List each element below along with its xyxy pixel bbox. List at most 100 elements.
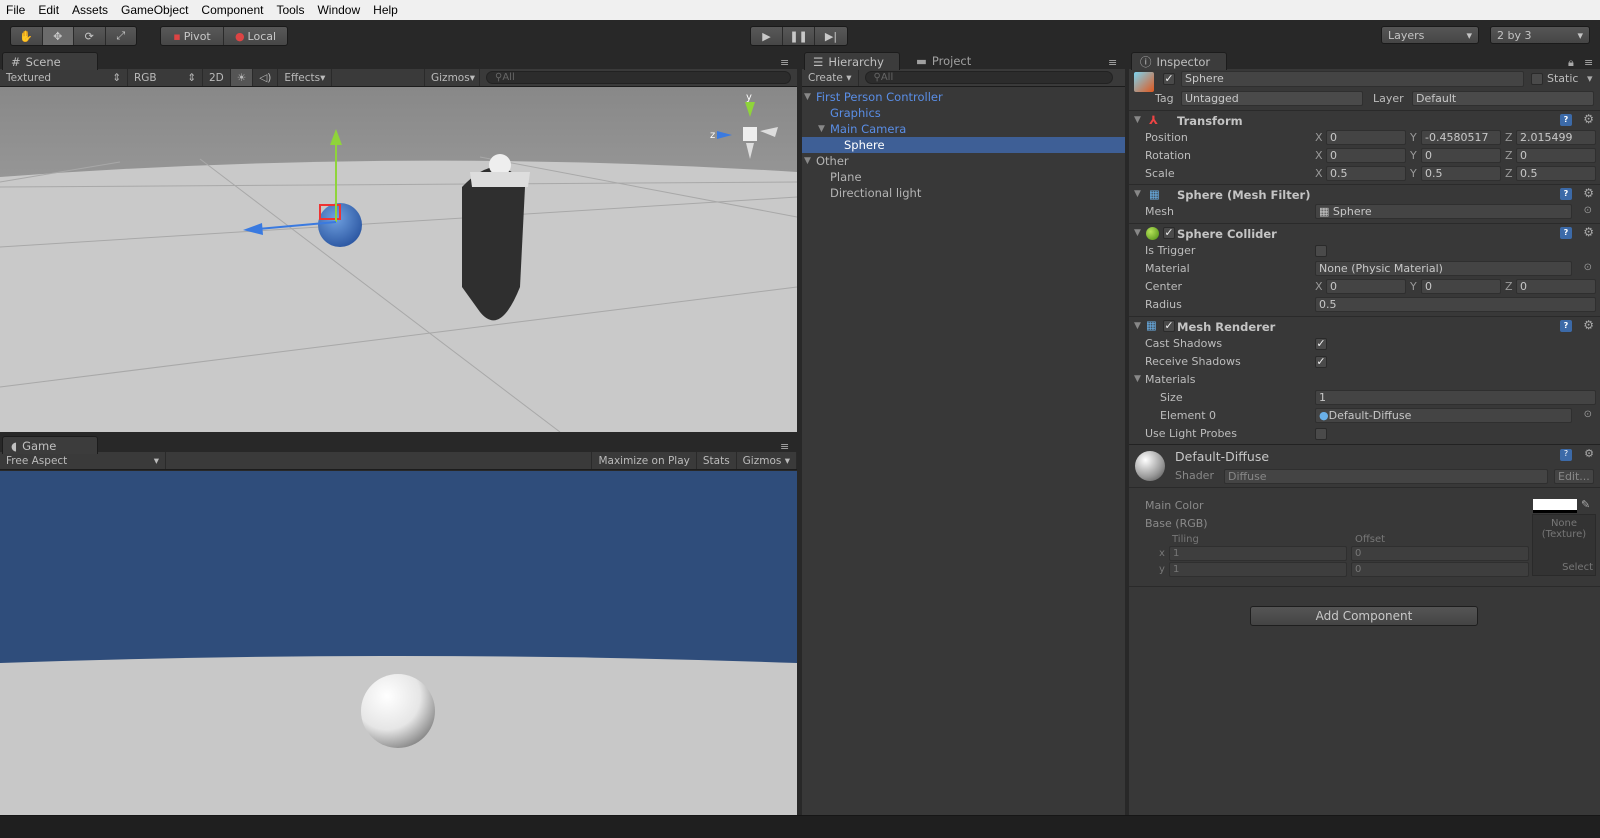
radius-input[interactable]: 0.5 <box>1315 297 1596 312</box>
audio-toggle[interactable]: ◁) <box>253 69 279 86</box>
gear-icon[interactable]: ⚙ <box>1583 186 1594 200</box>
cast-shadows-checkbox[interactable]: ✓ <box>1315 338 1327 350</box>
object-picker-icon[interactable]: ⊙ <box>1584 262 1592 273</box>
help-icon[interactable]: ? <box>1560 114 1572 126</box>
mesh-renderer-header[interactable]: ▼ ▦ ✓ Mesh Renderer? ⚙ <box>1129 316 1600 336</box>
offset-x-input[interactable]: 0 <box>1351 546 1529 561</box>
panel-menu-icon[interactable]: ≡ <box>780 56 789 69</box>
physic-material-field[interactable]: None (Physic Material) <box>1315 261 1572 276</box>
stats-toggle[interactable]: Stats <box>697 452 737 469</box>
draw-mode-dropdown[interactable]: Textured ⇕ <box>0 69 128 86</box>
center-x-input[interactable]: 0 <box>1326 279 1406 294</box>
is-trigger-checkbox[interactable] <box>1315 245 1327 257</box>
scene-viewport[interactable]: y z <box>0 87 797 432</box>
tab-project[interactable]: ▬ Project <box>908 52 979 70</box>
game-viewport[interactable] <box>0 471 797 815</box>
menu-component[interactable]: Component <box>201 3 263 17</box>
light-probes-checkbox[interactable] <box>1315 428 1327 440</box>
tree-item[interactable]: Plane <box>802 169 1125 185</box>
rotation-z-input[interactable]: 0 <box>1516 148 1596 163</box>
aspect-dropdown[interactable]: Free Aspect ▾ <box>0 452 166 469</box>
transform-header[interactable]: ▼ ⅄ Transform? ⚙ <box>1129 110 1600 130</box>
object-picker-icon[interactable]: ⊙ <box>1584 205 1592 216</box>
lighting-toggle[interactable]: ☀ <box>230 69 254 86</box>
gear-icon[interactable]: ⚙ <box>1584 447 1594 460</box>
create-dropdown[interactable]: Create ▾ <box>802 69 859 86</box>
pause-button[interactable]: ❚❚ <box>783 27 816 45</box>
help-icon[interactable]: ? <box>1560 188 1572 200</box>
tab-hierarchy[interactable]: ☰ Hierarchy <box>804 52 900 70</box>
panel-menu-icon[interactable]: ≡ <box>1108 56 1117 69</box>
collapse-arrow-icon[interactable]: ▼ <box>1134 115 1141 125</box>
2d-toggle[interactable]: 2D <box>203 69 231 86</box>
tab-game[interactable]: ◖ Game <box>2 436 98 454</box>
local-button[interactable]: ● Local <box>224 27 287 45</box>
step-button[interactable]: ▶| <box>815 27 847 45</box>
position-z-input[interactable]: 2.015499 <box>1516 130 1596 145</box>
shader-dropdown[interactable]: Diffuse <box>1224 469 1548 484</box>
collapse-arrow-icon[interactable]: ▼ <box>1134 374 1141 384</box>
move-tool-button[interactable]: ✥ <box>42 27 74 45</box>
position-y-input[interactable]: -0.4580517 <box>1421 130 1501 145</box>
lock-icon[interactable]: 🔒︎ <box>1568 56 1574 70</box>
layers-dropdown[interactable]: Layers ▾ <box>1381 26 1479 44</box>
eyedropper-icon[interactable]: ✎ <box>1581 498 1590 511</box>
position-x-input[interactable]: 0 <box>1326 130 1406 145</box>
static-dropdown-icon[interactable]: ▾ <box>1587 72 1593 85</box>
scale-y-input[interactable]: 0.5 <box>1421 166 1501 181</box>
center-y-input[interactable]: 0 <box>1421 279 1501 294</box>
play-button[interactable]: ▶ <box>751 27 784 45</box>
tree-item[interactable]: ▼ Main Camera <box>802 121 1125 137</box>
hierarchy-search-input[interactable]: ⚲All <box>864 71 1113 84</box>
menu-assets[interactable]: Assets <box>72 3 108 17</box>
hand-tool-button[interactable]: ✋ <box>11 27 43 45</box>
gear-icon[interactable]: ⚙ <box>1583 225 1594 239</box>
game-gizmos-dropdown[interactable]: Gizmos ▾ <box>737 452 797 469</box>
scale-z-input[interactable]: 0.5 <box>1516 166 1596 181</box>
panel-menu-icon[interactable]: ≡ <box>780 440 789 453</box>
tab-inspector[interactable]: ⓘ Inspector <box>1131 52 1227 70</box>
texture-slot[interactable]: None (Texture) Select <box>1532 514 1596 576</box>
help-icon[interactable]: ? <box>1560 320 1572 332</box>
edit-shader-button[interactable]: Edit... <box>1554 469 1594 484</box>
effects-dropdown[interactable]: Effects ▾ <box>278 69 333 86</box>
menu-gameobject[interactable]: GameObject <box>121 3 188 17</box>
menu-help[interactable]: Help <box>373 3 398 17</box>
receive-shadows-checkbox[interactable]: ✓ <box>1315 356 1327 368</box>
active-checkbox[interactable]: ✓ <box>1163 73 1175 85</box>
layer-dropdown[interactable]: Default <box>1412 91 1594 106</box>
tiling-x-input[interactable]: 1 <box>1169 546 1347 561</box>
rotation-y-input[interactable]: 0 <box>1421 148 1501 163</box>
tab-scene[interactable]: # Scene <box>2 52 98 70</box>
collider-enabled-checkbox[interactable]: ✓ <box>1163 227 1175 239</box>
menu-file[interactable]: File <box>6 3 25 17</box>
tree-item[interactable]: ▼ First Person Controller <box>802 89 1125 105</box>
tree-item[interactable]: ▼ Other <box>802 153 1125 169</box>
tree-item-selected[interactable]: Sphere <box>802 137 1125 153</box>
texture-select-button[interactable]: Select <box>1562 562 1593 573</box>
tree-item[interactable]: Directional light <box>802 185 1125 201</box>
collapse-arrow-icon[interactable]: ▼ <box>1134 228 1141 238</box>
mesh-filter-header[interactable]: ▼ ▦ Sphere (Mesh Filter)? ⚙ <box>1129 184 1600 204</box>
gear-icon[interactable]: ⚙ <box>1583 318 1594 332</box>
materials-row[interactable]: ▼ Materials <box>1129 371 1600 389</box>
help-icon[interactable]: ? <box>1560 227 1572 239</box>
sphere-collider-header[interactable]: ▼ ✓ Sphere Collider? ⚙ <box>1129 223 1600 243</box>
size-input[interactable]: 1 <box>1315 390 1596 405</box>
help-icon[interactable]: ? <box>1560 449 1572 461</box>
rotate-tool-button[interactable]: ⟳ <box>74 27 106 45</box>
scale-x-input[interactable]: 0.5 <box>1326 166 1406 181</box>
name-input[interactable]: Sphere <box>1181 71 1524 87</box>
panel-menu-icon[interactable]: ≡ <box>1584 56 1593 69</box>
menu-edit[interactable]: Edit <box>38 3 59 17</box>
rotation-x-input[interactable]: 0 <box>1326 148 1406 163</box>
expand-arrow-icon[interactable]: ▼ <box>804 89 811 105</box>
renderer-enabled-checkbox[interactable]: ✓ <box>1163 320 1175 332</box>
add-component-button[interactable]: Add Component <box>1250 606 1478 626</box>
main-color-swatch[interactable] <box>1533 499 1577 513</box>
render-mode-dropdown[interactable]: RGB ⇕ <box>128 69 203 86</box>
center-z-input[interactable]: 0 <box>1516 279 1596 294</box>
collapse-arrow-icon[interactable]: ▼ <box>1134 189 1141 199</box>
mesh-field[interactable]: ▦ Sphere <box>1315 204 1572 219</box>
scene-search-input[interactable]: ⚲All <box>486 71 791 84</box>
